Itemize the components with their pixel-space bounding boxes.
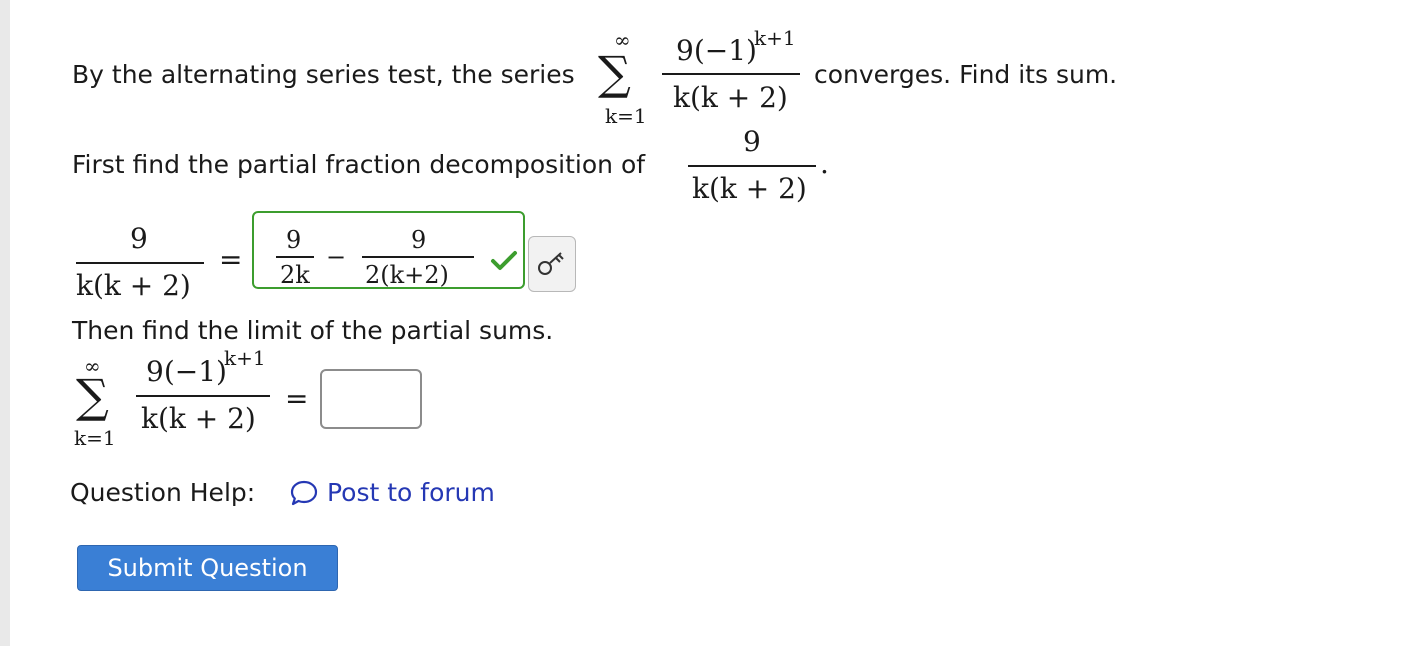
step1-text: First find the partial fraction decompos… bbox=[72, 150, 646, 179]
show-answer-key-button[interactable] bbox=[528, 236, 576, 292]
decomp-lhs-numerator: 9 bbox=[130, 222, 148, 255]
decomp-lhs-denominator: k(k + 2) bbox=[76, 269, 191, 302]
series-numerator-exponent: k+1 bbox=[754, 26, 796, 50]
limit-numerator-exponent: k+1 bbox=[224, 346, 266, 370]
answer-term2-bar bbox=[362, 256, 474, 258]
series-denominator: k(k + 2) bbox=[673, 81, 788, 114]
step1-fraction-bar bbox=[688, 165, 816, 167]
limit-sum-lower: k=1 bbox=[74, 426, 116, 450]
submit-question-button[interactable]: Submit Question bbox=[77, 545, 338, 591]
answer-term2-denominator: 2(k+2) bbox=[365, 261, 449, 289]
limit-numerator: 9(−1) bbox=[146, 355, 227, 388]
answer-term2-numerator: 9 bbox=[411, 226, 427, 254]
limit-denominator: k(k + 2) bbox=[141, 402, 256, 435]
step1-numerator: 9 bbox=[743, 125, 761, 158]
series-fraction-bar bbox=[662, 73, 800, 75]
step2-text: Then find the limit of the partial sums. bbox=[72, 316, 554, 345]
decomp-equals: = bbox=[219, 243, 243, 276]
answer-minus: − bbox=[326, 243, 347, 271]
step1-denominator: k(k + 2) bbox=[692, 172, 807, 205]
series-numerator: 9(−1) bbox=[676, 34, 757, 67]
left-border bbox=[0, 0, 10, 646]
series-sum-lower: k=1 bbox=[605, 104, 647, 128]
limit-fraction-bar bbox=[136, 395, 270, 397]
decomp-lhs-bar bbox=[76, 262, 204, 264]
intro-tail: converges. Find its sum. bbox=[814, 60, 1118, 89]
step1-end-mark: . bbox=[820, 147, 829, 180]
question-help-label: Question Help: bbox=[70, 478, 256, 507]
speech-bubble-icon bbox=[290, 480, 318, 506]
answer-term1-numerator: 9 bbox=[286, 226, 302, 254]
post-to-forum-link[interactable]: Post to forum bbox=[327, 480, 495, 505]
limit-equals: = bbox=[285, 382, 309, 415]
intro-text: By the alternating series test, the seri… bbox=[72, 60, 575, 89]
key-icon bbox=[538, 252, 564, 275]
sum-answer-input[interactable] bbox=[320, 369, 422, 429]
answer-term1-bar bbox=[276, 256, 314, 258]
check-icon bbox=[491, 251, 517, 270]
limit-sigma: ∑ bbox=[76, 369, 109, 423]
answer-term1-denominator: 2k bbox=[280, 261, 310, 289]
series-sigma: ∑ bbox=[598, 46, 631, 100]
